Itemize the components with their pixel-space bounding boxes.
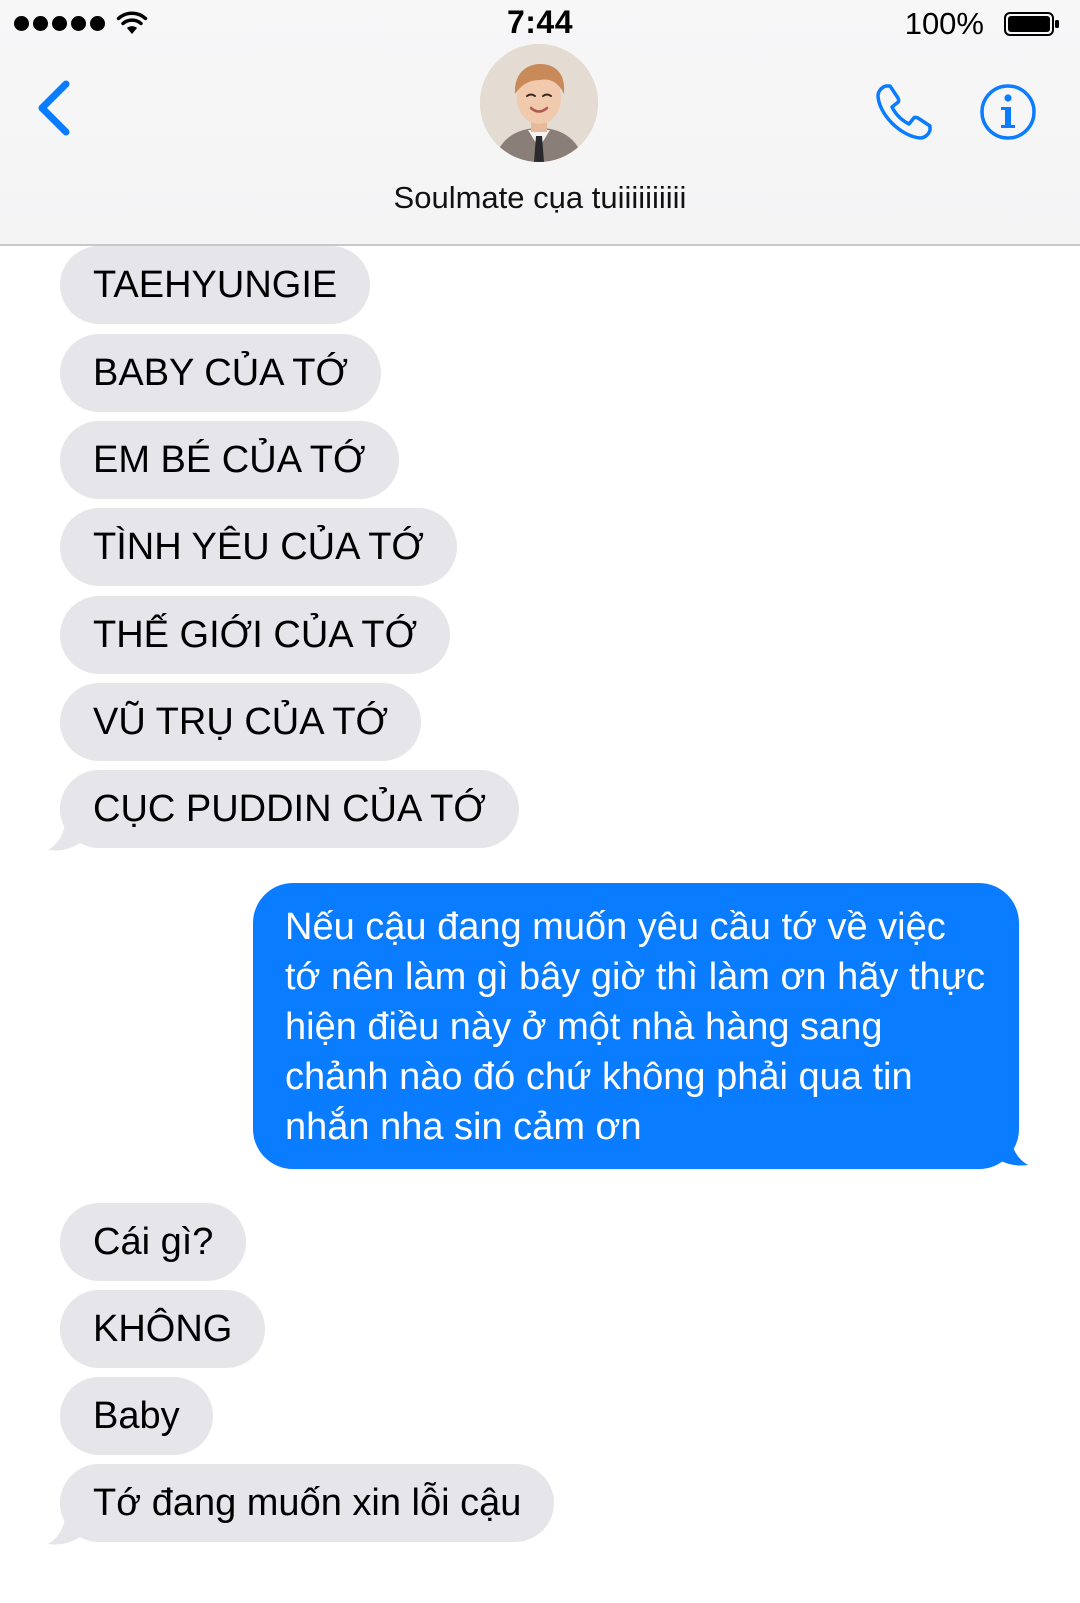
info-button[interactable] <box>978 82 1038 142</box>
incoming-message[interactable]: TÌNH YÊU CỦA TỚ <box>60 508 458 586</box>
call-button[interactable] <box>872 80 936 144</box>
battery-icon <box>1004 12 1059 36</box>
battery-percentage: 100% <box>904 6 984 41</box>
contact-avatar[interactable] <box>480 44 598 162</box>
contact-name[interactable]: Soulmate cụa tuiiiiiiiiii <box>0 180 1080 216</box>
incoming-message[interactable]: TAEHYUNGIE <box>60 246 371 324</box>
back-button[interactable] <box>30 76 80 140</box>
phone-icon <box>876 84 932 140</box>
incoming-message[interactable]: CỤC PUDDIN CỦA TỚ <box>60 770 519 848</box>
incoming-bubble-tail <box>48 1506 86 1545</box>
info-icon <box>980 84 1036 140</box>
outgoing-bubble-tail <box>990 1127 1028 1166</box>
avatar-photo <box>480 44 598 162</box>
incoming-message[interactable]: THẾ GIỚI CỦA TỚ <box>60 596 451 674</box>
incoming-message[interactable]: EM BÉ CỦA TỚ <box>60 421 399 499</box>
outgoing-message[interactable]: Nếu cậu đang muốn yêu cầu tớ về việc tớ … <box>253 883 1019 1169</box>
chevron-left-icon <box>38 80 70 136</box>
incoming-message[interactable]: KHÔNG <box>60 1290 266 1368</box>
incoming-bubble-tail <box>48 812 86 851</box>
incoming-message[interactable]: Cái gì? <box>60 1203 247 1281</box>
incoming-message[interactable]: VŨ TRỤ CỦA TỚ <box>60 683 422 761</box>
status-bar: 7:44 100% <box>0 0 1080 48</box>
incoming-message[interactable]: Tớ đang muốn xin lỗi cậu <box>60 1464 555 1542</box>
incoming-message[interactable]: Baby <box>60 1377 213 1455</box>
message-thread[interactable]: TAEHYUNGIE BABY CỦA TỚ EM BÉ CỦA TỚ TÌNH… <box>0 246 1080 1603</box>
incoming-message[interactable]: BABY CỦA TỚ <box>60 334 382 412</box>
